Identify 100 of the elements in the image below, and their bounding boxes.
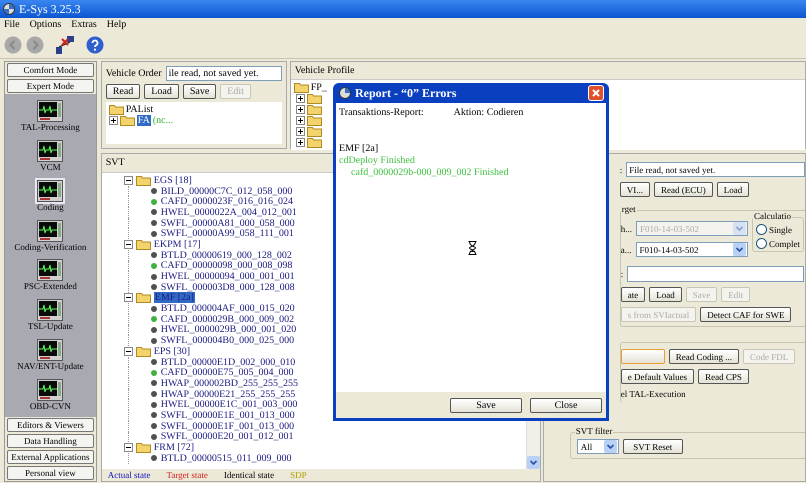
button[interactable]: VI... (620, 182, 650, 197)
menu-item[interactable]: File (4, 19, 20, 30)
folder-icon (306, 126, 322, 137)
tree-item[interactable]: FRM [72] (154, 442, 194, 454)
tree-item[interactable]: CAFD_0000029B_000_009_002 (160, 314, 294, 325)
collapse-icon[interactable] (124, 293, 133, 302)
tree-item[interactable]: BTLD_000004AF_000_015_020 (160, 303, 295, 314)
radio-button[interactable]: Complet (756, 238, 800, 249)
button[interactable]: Load (649, 287, 682, 302)
button[interactable]: Close (530, 398, 602, 412)
tree-item[interactable]: CAFD_00000098_000_008_098 (160, 260, 292, 272)
chevron-down-icon (733, 222, 746, 235)
sidebar-item[interactable]: TAL-Processing (18, 98, 83, 134)
folder-icon (120, 115, 135, 126)
tree-item[interactable]: SWFL_00000E1F_001_013_000 (160, 420, 294, 432)
button[interactable]: Detect CAF for SWE (700, 307, 792, 322)
input-field[interactable]: ile read, not saved yet. (166, 66, 282, 81)
tree-item[interactable]: HWEL_00000E1C_001_003_000 (160, 399, 298, 410)
button[interactable]: Read (106, 84, 140, 99)
menu-item[interactable]: Options (30, 19, 62, 30)
report-header: Aktion: Codieren (454, 107, 524, 118)
tree-item[interactable]: FP_ (310, 82, 327, 93)
button[interactable]: Load (716, 182, 750, 197)
expand-icon[interactable] (296, 127, 305, 136)
button[interactable]: ate (620, 287, 646, 302)
sidebar-item[interactable]: TSL-Update (24, 297, 76, 334)
button[interactable]: Read Coding ... (668, 349, 739, 364)
section-button[interactable]: Personal view (7, 466, 94, 480)
tree-item[interactable]: HWEL_0000029B_000_001_020 (160, 324, 296, 336)
tree-item[interactable]: SWFL_00000E1E_001_013_000 (160, 410, 295, 421)
tree-item[interactable]: SWFL_000004B0_000_025_000 (160, 335, 294, 346)
tree-item[interactable]: SWFL_00000A81_000_058_000 (160, 218, 295, 229)
collapse-icon[interactable] (124, 443, 133, 452)
expand-icon[interactable] (108, 116, 118, 125)
tree-item[interactable]: HWAP_000002BD_255_255_255 (160, 378, 298, 389)
section-button[interactable]: Data Handling (7, 434, 94, 448)
tree-item[interactable]: EPS [30] (154, 346, 190, 357)
expand-icon[interactable] (296, 116, 305, 125)
tree-item[interactable]: SWFL_00000E20_001_012_001 (160, 431, 294, 442)
expand-icon[interactable] (296, 138, 305, 147)
button[interactable]: Read (ECU) (654, 182, 713, 197)
back-icon[interactable] (4, 36, 22, 54)
sidebar-item[interactable]: NAV/ENT-Update (14, 337, 87, 374)
button[interactable]: Save (450, 398, 522, 412)
mode-button[interactable]: Expert Mode (7, 79, 94, 93)
sidebar-item[interactable]: Coding-Verification (11, 218, 90, 254)
tree-item[interactable]: SWFL_00000A99_058_111_001 (160, 228, 294, 240)
button[interactable]: e Default Values (620, 369, 694, 384)
sidebar-item[interactable]: OBD-CVN (26, 377, 74, 414)
menu-item[interactable]: Help (106, 19, 126, 30)
tree-item[interactable]: SWFL_000003D8_000_128_008 (160, 282, 295, 293)
tree-item[interactable]: HWAP_00000E21_255_255_255 (160, 388, 296, 400)
tree-item[interactable]: BTLD_00000515_011_009_000 (160, 452, 292, 464)
folder-icon (136, 292, 151, 304)
close-button[interactable] (588, 85, 604, 101)
expand-icon[interactable] (296, 105, 305, 114)
section-button[interactable]: Editors & Viewers (7, 418, 94, 432)
legend-label: SDP (290, 470, 307, 480)
tree-item[interactable]: PAList (126, 104, 154, 115)
collapse-icon[interactable] (124, 240, 133, 249)
menu-item[interactable]: Extras (71, 19, 97, 30)
expand-icon[interactable] (296, 94, 305, 103)
section-button[interactable]: External Applications (7, 450, 94, 464)
checkbox-label[interactable]: el TAL-Execution (620, 389, 804, 399)
tree-item[interactable]: CAFD_0000023F_016_016_024 (160, 196, 293, 208)
monitor-icon (37, 140, 64, 162)
network-disconnect-icon[interactable] (54, 34, 76, 54)
button[interactable]: Read CPS (698, 369, 749, 384)
help-icon[interactable] (86, 36, 104, 54)
tree-item[interactable]: HWEL_0000022A_004_012_001 (160, 206, 297, 218)
input-field[interactable]: File read, not saved yet. (626, 162, 805, 177)
dropdown[interactable]: F010-14-03-502 (636, 242, 748, 257)
tree-item[interactable]: EGS [18] (154, 174, 192, 186)
sidebar-item[interactable]: VCM (34, 138, 66, 174)
button[interactable]: SVT Reset (622, 439, 683, 454)
app-logo-icon (339, 87, 351, 99)
sidebar-item[interactable]: PSC-Extended (20, 257, 80, 294)
forward-icon[interactable] (26, 36, 44, 54)
chevron-down-icon (526, 456, 540, 469)
tree-item[interactable]: EKPM [17] (154, 238, 201, 250)
radio-button[interactable]: Single (756, 224, 800, 235)
chevron-down-icon (732, 243, 746, 256)
button[interactable]: Save (182, 84, 216, 99)
hourglass-icon (468, 241, 477, 255)
collapse-icon[interactable] (124, 176, 133, 185)
sidebar-item[interactable]: Coding (34, 178, 67, 214)
tree-item[interactable]: CAFD_00000E75_005_004_000 (160, 367, 294, 378)
tree-item[interactable]: BTLD_00000E1D_002_000_010 (160, 356, 296, 368)
mode-button[interactable]: Comfort Mode (7, 63, 94, 77)
input-field[interactable] (627, 266, 804, 282)
dropdown[interactable]: All (576, 439, 619, 454)
tree-item[interactable]: HWEL_00000094_000_001_001 (160, 271, 295, 282)
collapse-icon[interactable] (124, 346, 133, 356)
tree-item[interactable]: BTLD_00000619_000_128_002 (160, 250, 292, 261)
report-line: cdDeploy Finished (339, 155, 416, 166)
button[interactable]: Load (144, 84, 179, 99)
field-label: a... (620, 244, 632, 254)
monitor-icon (37, 299, 64, 322)
tree-item[interactable]: FA (136, 115, 151, 126)
tree-item[interactable]: BILD_00000C7C_012_058_000 (160, 186, 292, 197)
